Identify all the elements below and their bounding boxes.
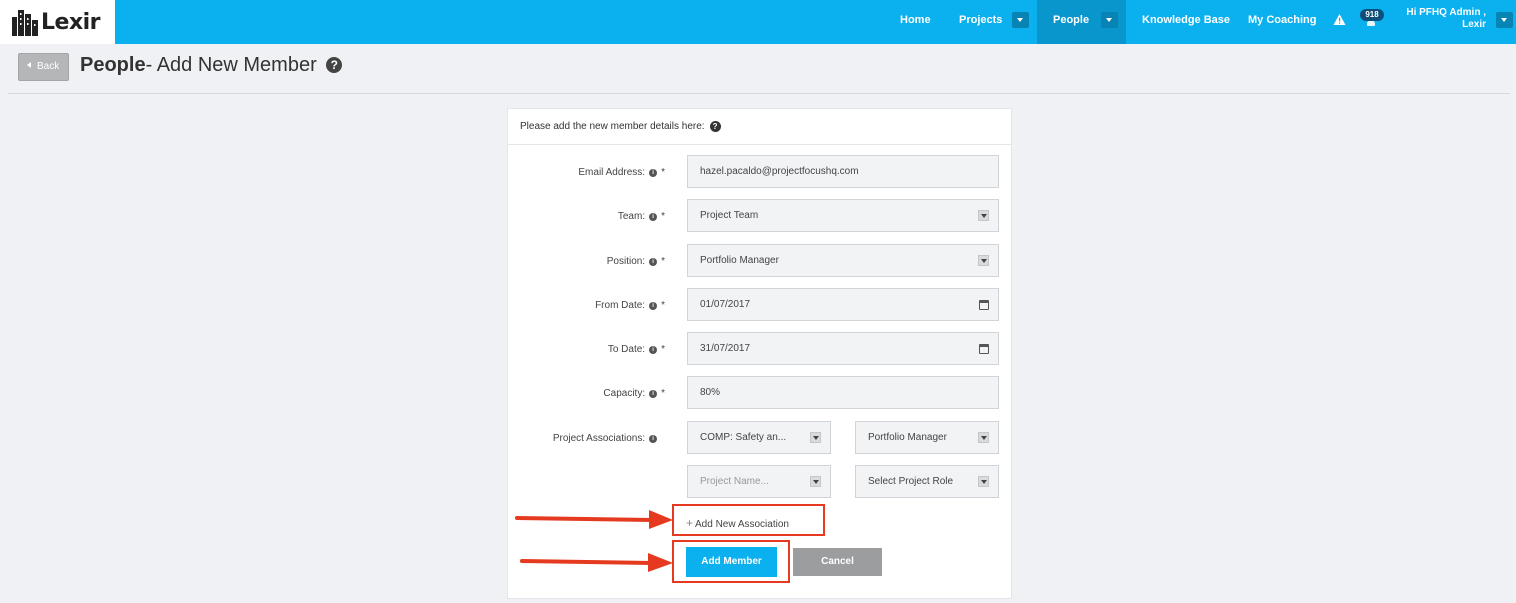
to-date-label: To Date: i *: [520, 344, 665, 355]
chevron-down-icon[interactable]: [978, 432, 989, 443]
arrow-icon: [520, 553, 673, 572]
to-date-label-text: To Date:: [607, 344, 646, 355]
new-association-project-select[interactable]: Project Name...: [687, 465, 831, 498]
position-label-text: Position:: [606, 256, 646, 267]
position-select[interactable]: Portfolio Manager: [687, 244, 999, 277]
calendar-icon[interactable]: [979, 344, 989, 354]
association-role-select[interactable]: Portfolio Manager: [855, 421, 999, 454]
warning-icon[interactable]: [1333, 13, 1346, 26]
to-date-field[interactable]: 31/07/2017: [687, 332, 999, 365]
building-logo-icon: [12, 10, 38, 36]
help-icon[interactable]: ?: [326, 57, 343, 73]
highlight-add-member: [672, 540, 790, 583]
arrow-icon: [515, 510, 673, 529]
position-label: Position: i *: [520, 256, 665, 267]
page-title-section: People: [80, 54, 146, 76]
association-role-value: Portfolio Manager: [868, 432, 947, 443]
highlight-add-association: [672, 504, 825, 536]
project-associations-label-text: Project Associations:: [552, 433, 646, 444]
from-date-value: 01/07/2017: [700, 299, 751, 310]
project-associations-label: Project Associations:i*: [520, 433, 665, 444]
chevron-down-icon[interactable]: [978, 255, 989, 266]
chevron-left-icon: [27, 62, 31, 69]
brand-logo[interactable]: Lexir: [0, 0, 115, 44]
user-caret-down-icon[interactable]: [1496, 12, 1513, 28]
required-mark: *: [661, 167, 665, 178]
email-label: Email Address: i *: [520, 167, 665, 178]
info-icon[interactable]: i: [649, 435, 658, 443]
association-project-select[interactable]: COMP: Safety an...: [687, 421, 831, 454]
people-caret-down-icon[interactable]: [1101, 12, 1118, 28]
team-select-value: Project Team: [700, 210, 759, 221]
projects-caret-down-icon[interactable]: [1012, 12, 1029, 28]
from-date-field[interactable]: 01/07/2017: [687, 288, 999, 321]
user-menu[interactable]: Hi PFHQ Admin , Lexir: [1400, 7, 1486, 31]
required-mark: *: [661, 388, 665, 399]
chevron-down-icon[interactable]: [978, 210, 989, 221]
info-icon[interactable]: i: [649, 169, 658, 177]
new-association-role-placeholder: Select Project Role: [868, 476, 954, 487]
top-navbar: Lexir Home Projects People Knowledge Bas…: [0, 0, 1516, 44]
info-icon[interactable]: i: [649, 213, 658, 221]
from-date-label: From Date: i *: [520, 300, 665, 311]
back-label: Back: [37, 61, 60, 72]
page-title: People- Add New Member ?: [80, 53, 343, 77]
capacity-label: Capacity: i *: [520, 388, 665, 399]
email-label-text: Email Address:: [578, 167, 646, 178]
user-greeting: Hi PFHQ Admin ,: [1406, 7, 1486, 18]
nav-people-label: People: [1053, 14, 1090, 26]
chevron-down-icon[interactable]: [978, 476, 989, 487]
nav-knowledge-base[interactable]: Knowledge Base: [1142, 0, 1230, 44]
capacity-label-text: Capacity:: [603, 388, 646, 399]
notification-badge[interactable]: 918: [1360, 9, 1384, 21]
from-date-label-text: From Date:: [595, 300, 646, 311]
new-association-role-select[interactable]: Select Project Role: [855, 465, 999, 498]
email-field[interactable]: hazel.pacaldo@projectfocushq.com: [687, 155, 999, 188]
to-date-value: 31/07/2017: [700, 343, 751, 354]
team-label-text: Team:: [617, 211, 646, 222]
info-icon[interactable]: i: [649, 258, 658, 266]
chevron-down-icon[interactable]: [810, 476, 821, 487]
header-divider: [8, 93, 1510, 94]
nav-home[interactable]: Home: [900, 0, 931, 44]
user-org: Lexir: [1462, 19, 1486, 30]
form-help-icon[interactable]: ?: [709, 121, 721, 132]
required-mark: *: [661, 256, 665, 267]
brand-name: Lexir: [41, 9, 101, 35]
form-intro-text: Please add the new member details here:: [520, 121, 705, 132]
required-mark: *: [661, 300, 665, 311]
team-label: Team: i *: [520, 211, 665, 222]
form-intro: Please add the new member details here:?: [508, 109, 1011, 145]
position-select-value: Portfolio Manager: [700, 255, 779, 266]
back-button[interactable]: Back: [18, 53, 69, 81]
page-title-action: - Add New Member: [145, 54, 317, 76]
nav-my-coaching[interactable]: My Coaching: [1248, 0, 1316, 44]
required-mark: *: [661, 211, 665, 222]
info-icon[interactable]: i: [649, 302, 658, 310]
info-icon[interactable]: i: [649, 346, 658, 354]
new-association-project-placeholder: Project Name...: [700, 476, 769, 487]
chevron-down-icon[interactable]: [810, 432, 821, 443]
required-mark: *: [661, 344, 665, 355]
team-select[interactable]: Project Team: [687, 199, 999, 232]
calendar-icon[interactable]: [979, 300, 989, 310]
capacity-field[interactable]: 80%: [687, 376, 999, 409]
info-icon[interactable]: i: [649, 390, 658, 398]
cancel-button[interactable]: Cancel: [793, 548, 882, 576]
nav-projects[interactable]: Projects: [959, 0, 1002, 44]
association-project-value: COMP: Safety an...: [700, 432, 787, 443]
